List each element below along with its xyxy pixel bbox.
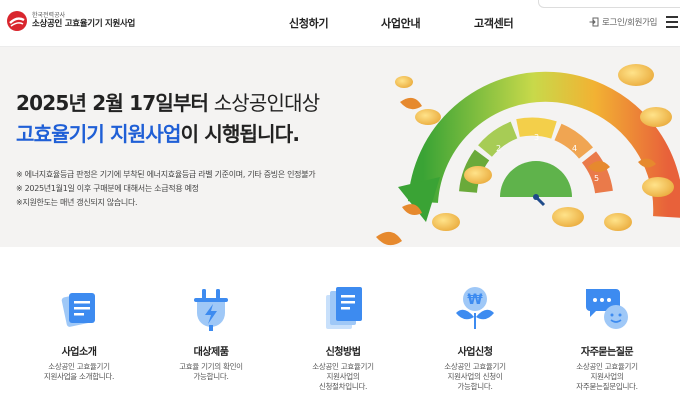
chat-icon: [586, 289, 628, 329]
top-search-box[interactable]: [538, 0, 680, 8]
service-desc: 소상공인 고효율기기 지원사업의 자주묻는질문입니다.: [576, 362, 638, 391]
service-desc: 소상공인 고효율기기 지원사업의 신청이 가능합니다.: [444, 362, 506, 391]
service-title: 자주묻는질문: [580, 347, 634, 358]
login-link[interactable]: 로그인/회원가입: [589, 16, 658, 28]
hero-banner: 2025년 2월 17일부터 소상공인대상 고효율기기 지원사업이 시행됩니다.…: [0, 47, 680, 247]
nav-business-info[interactable]: 사업안내: [381, 15, 421, 31]
efficiency-gauge-illustration: 1 2 3 4 5: [376, 64, 680, 246]
hamburger-menu-icon[interactable]: [666, 16, 680, 28]
service-menu: 사업소개 소상공인 고효율기기 지원사업을 소개합니다. 대상제품 고효율 기기…: [0, 247, 680, 400]
logo-site-name: 소상공인 고효율기기 지원사업: [32, 18, 136, 29]
hero-notes: ※ 에너지효율등급 판정은 기기에 부착된 에너지효율등급 라벨 기준이며, 기…: [16, 168, 316, 210]
site-header: 한국전력공사 소상공인 고효율기기 지원사업 신청하기 사업안내 고객센터 로그…: [0, 0, 680, 47]
hero-title-line1: 2025년 2월 17일부터 소상공인대상: [16, 91, 320, 115]
service-faq[interactable]: 자주묻는질문 소상공인 고효율기기 지원사업의 자주묻는질문입니다.: [552, 283, 662, 392]
service-title: 신청방법: [325, 347, 361, 358]
service-desc: 고효율 기기의 확인이 가능합니다.: [179, 362, 243, 381]
kepco-logo-icon: [7, 11, 27, 31]
login-icon: [589, 17, 599, 27]
won-sprout-icon: ₩: [456, 287, 494, 329]
gauge-level-label: 5: [594, 174, 599, 183]
gauge-level-label: 3: [534, 133, 539, 142]
svg-text:₩: ₩: [467, 292, 483, 308]
service-target-products[interactable]: 대상제품 고효율 기기의 확인이 가능합니다.: [156, 283, 266, 382]
site-logo[interactable]: 한국전력공사 소상공인 고효율기기 지원사업: [6, 10, 135, 32]
service-business-intro[interactable]: 사업소개 소상공인 고효율기기 지원사업을 소개합니다.: [24, 283, 134, 382]
hero-title-line2: 고효율기기 지원사업이 시행됩니다.: [16, 122, 300, 146]
gauge-level-label: 4: [572, 144, 577, 153]
hero-note: ※ 에너지효율등급 판정은 기기에 부착된 에너지효율등급 라벨 기준이며, 기…: [16, 170, 316, 179]
nav-customer-center[interactable]: 고객센터: [474, 15, 514, 31]
service-title: 사업소개: [61, 347, 97, 358]
hero-note: ※ 2025년1월1일 이후 구매분에 대해서는 소급적용 예정: [16, 184, 199, 193]
nav-apply[interactable]: 신청하기: [289, 15, 329, 31]
hero-note: ※지원한도는 매년 갱신되지 않습니다.: [16, 198, 138, 207]
file-stack-icon: [326, 287, 362, 329]
gauge-level-label: 2: [496, 144, 501, 153]
service-apply-business[interactable]: ₩ 사업신청 소상공인 고효율기기 지원사업의 신청이 가능합니다.: [420, 283, 530, 392]
service-desc: 소상공인 고효율기기 지원사업을 소개합니다.: [43, 362, 115, 381]
service-title: 사업신청: [457, 347, 493, 358]
plug-icon: [194, 289, 228, 331]
service-how-to-apply[interactable]: 신청방법 소상공인 고효율기기 지원사업의 신청절차입니다.: [288, 283, 398, 392]
login-label: 로그인/회원가입: [602, 18, 658, 28]
service-desc: 소상공인 고효율기기 지원사업의 신청절차입니다.: [312, 362, 374, 391]
document-icon: [61, 293, 95, 327]
service-title: 대상제품: [193, 347, 229, 358]
